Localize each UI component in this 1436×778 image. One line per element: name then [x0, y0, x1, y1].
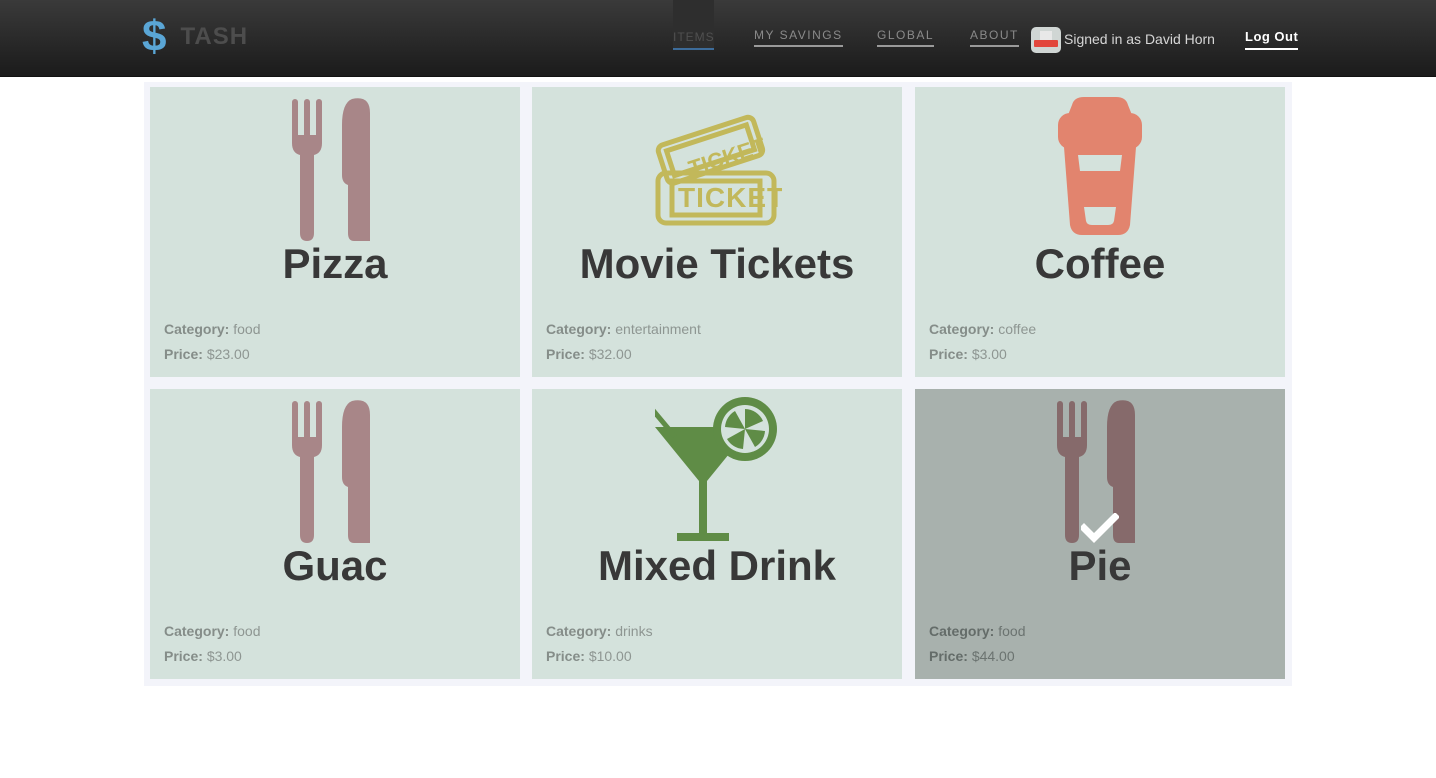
brand-name: TASH — [180, 23, 249, 50]
items-grid: Pizza Category: food Price: $23.00 TICKE… — [144, 82, 1292, 686]
nav-about-link[interactable]: ABOUT — [970, 28, 1019, 47]
cocktail-icon — [532, 397, 902, 543]
item-category: Category: coffee — [929, 321, 1037, 337]
item-price: Price: $23.00 — [164, 346, 250, 362]
item-category: Category: food — [164, 623, 261, 639]
item-price: Price: $3.00 — [929, 346, 1007, 362]
item-category: Category: food — [164, 321, 261, 337]
top-navbar: $ TASH ITEMS MY SAVINGS GLOBAL ABOUT Sig… — [0, 0, 1436, 77]
item-card[interactable]: TICKET TICKET Movie Tickets Category: en… — [532, 87, 902, 377]
item-card[interactable]: Mixed Drink Category: drinks Price: $10.… — [532, 389, 902, 679]
item-card[interactable]: Coffee Category: coffee Price: $3.00 — [915, 87, 1285, 377]
item-card-selected[interactable]: Pie Category: food Price: $44.00 — [915, 389, 1285, 679]
item-card[interactable]: Guac Category: food Price: $3.00 — [150, 389, 520, 679]
item-title: Pie — [1068, 542, 1132, 589]
item-title: Guac — [282, 542, 388, 589]
item-price: Price: $10.00 — [546, 648, 632, 664]
item-title: Coffee — [1034, 240, 1166, 287]
nav-my-savings-link[interactable]: MY SAVINGS — [754, 28, 843, 47]
fork-knife-icon — [150, 397, 520, 543]
nav-items-link[interactable]: ITEMS — [673, 0, 714, 50]
checkmark-icon — [1081, 513, 1119, 543]
item-price: Price: $3.00 — [164, 648, 242, 664]
dollar-logo-icon: $ — [142, 12, 167, 61]
coffee-cup-icon — [915, 95, 1285, 241]
item-category: Category: drinks — [546, 623, 653, 639]
nav-items-label: ITEMS — [673, 30, 715, 44]
svg-text:TICKET: TICKET — [678, 182, 782, 213]
item-category: Category: food — [929, 623, 1026, 639]
brand-logo[interactable]: $ TASH — [142, 14, 248, 60]
logout-button[interactable]: Log Out — [1245, 29, 1299, 50]
item-price: Price: $32.00 — [546, 346, 632, 362]
fork-knife-icon — [150, 95, 520, 241]
signed-in-text: Signed in as David Horn — [1064, 31, 1215, 47]
item-price: Price: $44.00 — [929, 648, 1015, 664]
ticket-icon: TICKET TICKET — [532, 95, 902, 241]
item-card[interactable]: Pizza Category: food Price: $23.00 — [150, 87, 520, 377]
user-avatar[interactable] — [1031, 27, 1061, 53]
item-title: Pizza — [282, 240, 388, 287]
item-category: Category: entertainment — [546, 321, 701, 337]
nav-global-link[interactable]: GLOBAL — [877, 28, 935, 47]
item-title: Mixed Drink — [597, 542, 837, 589]
item-title: Movie Tickets — [579, 240, 855, 287]
